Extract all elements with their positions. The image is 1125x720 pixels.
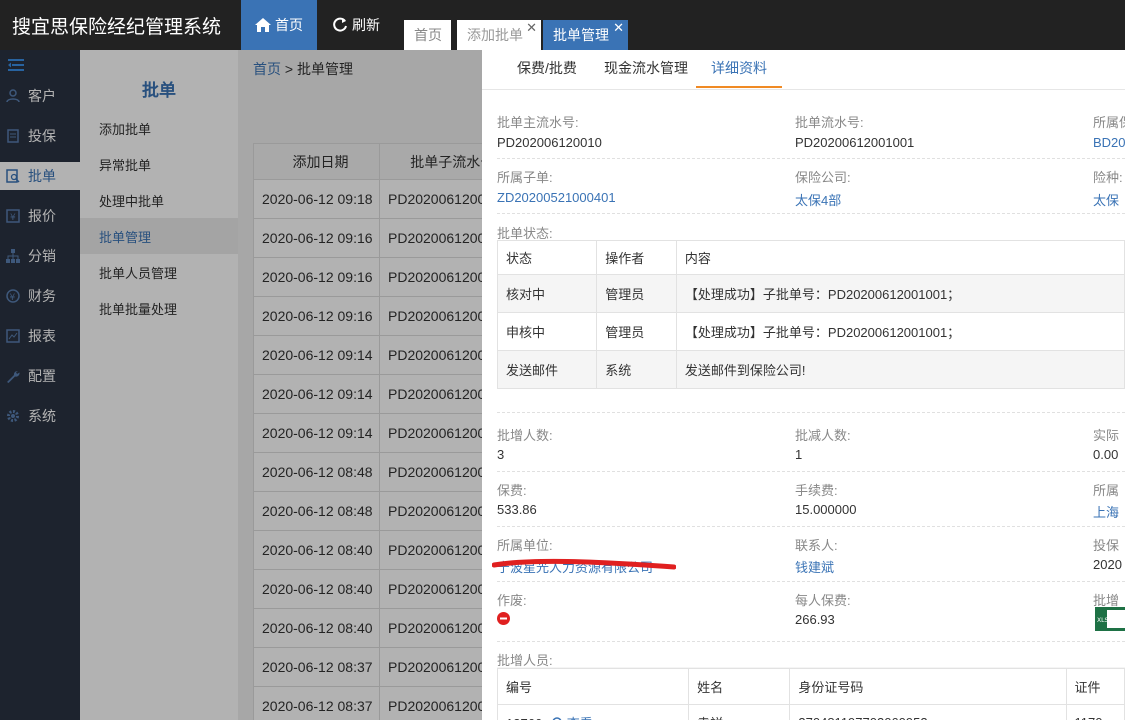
close-icon[interactable]: ✕ — [526, 20, 537, 36]
insurer-label: 保险公司: — [795, 170, 851, 185]
column-header: 证件 — [1065, 668, 1125, 705]
premium-value: 533.86 — [497, 502, 537, 517]
table-cell: 申核中 — [496, 312, 598, 351]
column-header: 姓名 — [688, 668, 791, 705]
serial-value: PD20200612001001 — [795, 135, 915, 150]
tab-batch-manage[interactable]: 批单管理 ✕ — [543, 20, 628, 50]
table-cell: 管理员 — [596, 274, 677, 313]
refresh-icon — [333, 17, 347, 32]
sub-order-link[interactable]: ZD20200521000401 — [497, 190, 616, 205]
column-header: 编号 — [496, 668, 690, 705]
main-serial-label: 批单主流水号: — [497, 115, 579, 130]
add-count-value: 3 — [497, 447, 505, 462]
top-bar: 搜宜思保险经纪管理系统 首页 刷新 首页 添加批单 ✕ 批单管理 ✕ — [0, 0, 1125, 50]
premium-label: 保费: — [497, 483, 527, 498]
table-cell: 管理员 — [596, 312, 677, 351]
detail-drawer: 保费/批费 现金流水管理 详细资料 批单主流水号: PD202006120010… — [482, 50, 1125, 720]
home-icon — [255, 18, 271, 32]
divider — [497, 526, 1125, 527]
column-header: 操作者 — [596, 240, 677, 275]
status-table: 状态 操作者 内容 核对中 管理员 【处理成功】子批单号：PD202006120… — [496, 240, 1125, 389]
tab-label: 添加批单 — [467, 27, 523, 43]
app-title: 搜宜思保险经纪管理系统 — [12, 17, 222, 38]
insured-label: 投保 — [1093, 538, 1120, 553]
fee-value: 15.000000 — [795, 502, 857, 517]
tab-premium[interactable]: 保费/批费 — [497, 50, 597, 88]
view-link[interactable]: 查看 — [567, 716, 593, 720]
tab-label: 批单管理 — [553, 27, 609, 43]
column-header: 内容 — [675, 240, 1125, 275]
table-cell: 1170 — [1065, 704, 1125, 720]
unit-label: 所属单位: — [497, 538, 553, 553]
svg-text:XLS: XLS — [1097, 617, 1108, 624]
table-cell: 【处理成功】子批单号：PD20200612001001； — [675, 312, 1125, 351]
actual-label: 实际 — [1093, 428, 1120, 443]
minus-count-label: 批减人数: — [795, 428, 851, 443]
close-icon[interactable]: ✕ — [613, 20, 624, 36]
table-cell: 370481197702060952 — [789, 704, 1067, 720]
members-table: 编号 姓名 身份证号码 证件 13766 查看 袁祥 3704811977020… — [496, 668, 1125, 720]
per-premium-value: 266.93 — [795, 612, 835, 627]
divider — [497, 158, 1125, 159]
divider — [497, 412, 1125, 413]
column-header: 状态 — [496, 240, 598, 275]
serial-label: 批单流水号: — [795, 115, 864, 130]
contact-link[interactable]: 钱建斌 — [795, 557, 834, 576]
actual-value: 0.00 — [1093, 447, 1119, 462]
divider — [497, 471, 1125, 472]
table-cell: 发送邮件到保险公司! — [675, 350, 1125, 389]
home-button[interactable]: 首页 — [241, 0, 317, 50]
divider — [497, 641, 1125, 642]
owner-batch-link[interactable]: BD20 — [1093, 135, 1125, 150]
redaction-mark — [492, 558, 676, 570]
table-row: 13766 查看 袁祥 370481197702060952 1170 — [496, 704, 1125, 720]
owner-link[interactable]: 上海 — [1093, 502, 1119, 521]
per-premium-label: 每人保费: — [795, 593, 851, 608]
table-cell: 13766 查看 — [496, 704, 690, 720]
category-label: 险种: — [1093, 170, 1123, 185]
owner-batch-label: 所属保 — [1093, 115, 1125, 130]
tab-home[interactable]: 首页 — [404, 20, 451, 50]
minus-count-value: 1 — [795, 447, 803, 462]
excel-icon[interactable]: XLS — [1095, 607, 1125, 631]
insured-value: 2020 — [1093, 557, 1122, 572]
column-header: 身份证号码 — [789, 668, 1067, 705]
table-cell: 袁祥 — [688, 704, 791, 720]
void-icon[interactable] — [497, 612, 510, 625]
divider — [497, 581, 1125, 582]
tab-label: 首页 — [414, 27, 442, 43]
insurer-link[interactable]: 太保4部 — [795, 190, 841, 209]
refresh-button-label: 刷新 — [352, 17, 380, 33]
table-cell: 系统 — [596, 350, 677, 389]
table-cell: 发送邮件 — [496, 350, 598, 389]
category-link[interactable]: 太保 — [1093, 190, 1119, 209]
main-serial-value: PD202006120010 — [497, 135, 602, 150]
refresh-button[interactable]: 刷新 — [324, 0, 388, 50]
home-button-label: 首页 — [275, 17, 303, 33]
table-row: 发送邮件 系统 发送邮件到保险公司! — [496, 350, 1125, 389]
table-row: 核对中 管理员 【处理成功】子批单号：PD20200612001001； — [496, 274, 1125, 313]
sub-order-label: 所属子单: — [497, 170, 553, 185]
divider — [497, 213, 1125, 214]
table-cell: 【处理成功】子批单号：PD20200612001001； — [675, 274, 1125, 313]
contact-label: 联系人: — [795, 538, 838, 553]
member-id: 13766 — [506, 716, 542, 720]
void-label: 作废: — [497, 593, 527, 608]
add-count-label: 批增人数: — [497, 428, 553, 443]
tab-details[interactable]: 详细资料 — [696, 50, 782, 88]
owner-label: 所属 — [1093, 483, 1120, 498]
table-row: 申核中 管理员 【处理成功】子批单号：PD20200612001001； — [496, 312, 1125, 351]
fee-label: 手续费: — [795, 483, 838, 498]
table-cell: 核对中 — [496, 274, 598, 313]
tab-cashflow[interactable]: 现金流水管理 — [596, 50, 696, 88]
drawer-tabs: 保费/批费 现金流水管理 详细资料 — [482, 50, 1125, 90]
tab-add-batch[interactable]: 添加批单 ✕ — [457, 20, 541, 50]
